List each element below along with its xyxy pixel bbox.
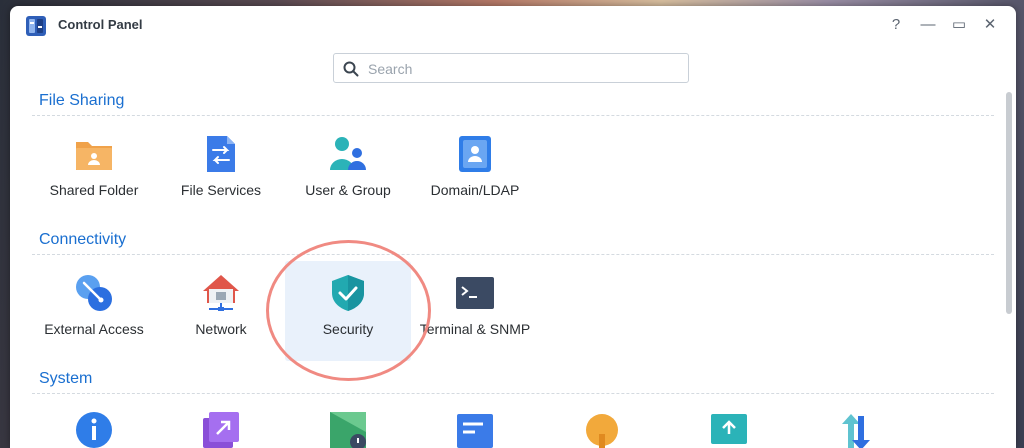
shared-folder-icon	[76, 142, 112, 170]
help-button[interactable]: ?	[886, 15, 906, 35]
hardware-power-icon[interactable]	[582, 410, 622, 448]
control-panel-app-icon	[26, 16, 46, 36]
item-shared-folder[interactable]: Shared Folder	[31, 122, 157, 222]
section-divider	[32, 393, 994, 394]
item-label: Domain/LDAP	[430, 182, 520, 198]
section-title-connectivity: Connectivity	[39, 231, 127, 248]
sync-icon[interactable]	[836, 410, 876, 448]
title-bar[interactable]: Control Panel ? — ▭ ✕	[10, 6, 1016, 44]
vertical-scrollbar[interactable]	[1006, 92, 1012, 314]
search-icon	[343, 61, 359, 77]
section-divider	[32, 115, 994, 116]
close-button[interactable]: ✕	[980, 15, 1000, 35]
item-domain-ldap[interactable]: Domain/LDAP	[412, 122, 538, 222]
window-title: Control Panel	[58, 17, 143, 32]
minimize-button[interactable]: —	[918, 15, 938, 35]
file-services-icon	[207, 136, 235, 172]
maximize-button[interactable]: ▭	[949, 15, 969, 35]
section-title-file-sharing: File Sharing	[39, 92, 125, 109]
update-restore-icon[interactable]	[709, 410, 749, 448]
highlight-annotation-circle	[266, 240, 431, 381]
regional-options-icon[interactable]	[328, 410, 368, 448]
search-box[interactable]	[333, 53, 689, 83]
info-center-icon[interactable]	[74, 410, 114, 448]
section-divider	[32, 254, 994, 255]
network-icon	[203, 275, 239, 311]
item-user-group[interactable]: User & Group	[285, 122, 411, 222]
external-access-icon	[76, 275, 112, 311]
item-external-access[interactable]: External Access	[31, 261, 157, 361]
external-devices-icon[interactable]	[201, 410, 241, 448]
terminal-icon	[456, 277, 494, 309]
search-input[interactable]	[366, 58, 680, 80]
domain-ldap-icon	[459, 136, 491, 172]
item-file-services[interactable]: File Services	[158, 122, 284, 222]
user-group-icon	[330, 137, 366, 170]
notification-icon[interactable]	[455, 410, 495, 448]
control-panel-window: Control Panel ? — ▭ ✕ File Sharing Share…	[10, 6, 1016, 448]
section-title-system: System	[39, 370, 93, 387]
